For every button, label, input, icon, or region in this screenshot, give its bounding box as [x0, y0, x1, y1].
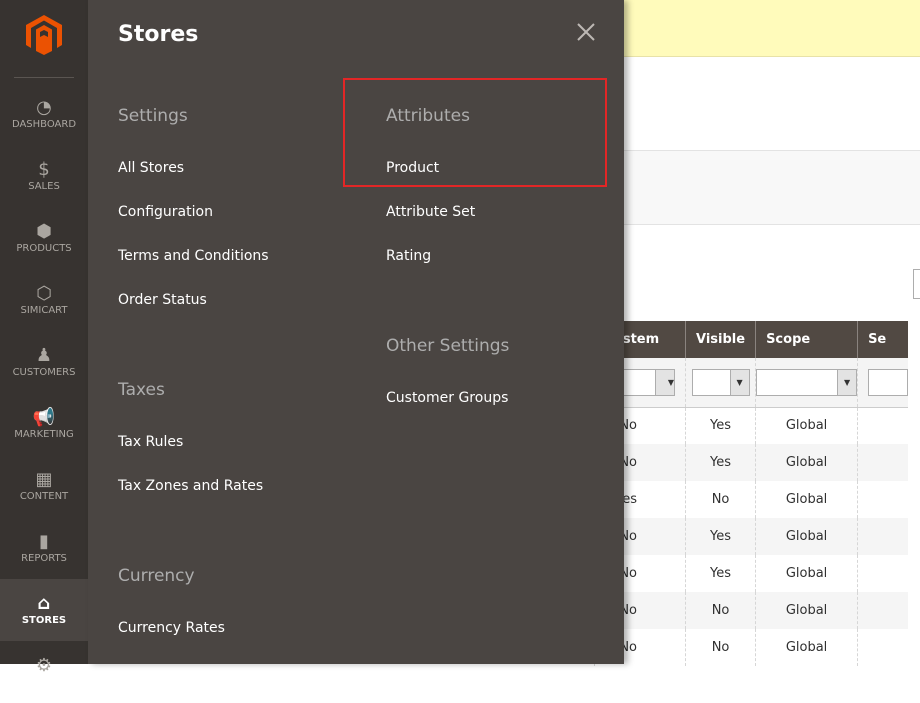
- sidebar-item-label: DASHBOARD: [11, 119, 77, 130]
- toolbar-band: [624, 150, 920, 225]
- sidebar-item-marketing[interactable]: 📢 MARKETING: [0, 393, 88, 455]
- column-scope[interactable]: Scope: [755, 321, 858, 358]
- menu-item-all-stores[interactable]: All Stores: [118, 160, 184, 176]
- table-cell: [857, 592, 909, 629]
- table-row[interactable]: No Yes Global: [594, 407, 909, 444]
- visible-filter-select[interactable]: ▼: [691, 368, 750, 396]
- table-cell: Global: [755, 444, 858, 481]
- sidebar-item-label: SIMICART: [20, 305, 68, 316]
- column-searchable[interactable]: Se: [857, 321, 909, 358]
- stores-menu-panel: Stores Settings All Stores Configuration…: [88, 0, 624, 664]
- table-row[interactable]: No Yes Global: [594, 518, 909, 555]
- gear-icon: ⚙: [35, 655, 53, 676]
- table-cell: [857, 555, 909, 592]
- sidebar-item-simicart[interactable]: ⬡ SIMICART: [0, 269, 88, 331]
- table-row[interactable]: No No Global: [594, 629, 909, 666]
- sidebar-item-label: CONTENT: [19, 491, 69, 502]
- currency-heading: Currency: [118, 566, 195, 586]
- table-cell: Yes: [684, 444, 756, 481]
- panel-title: Stores: [118, 22, 199, 47]
- close-icon[interactable]: [576, 22, 596, 42]
- table-cell: [857, 444, 909, 481]
- table-cell: Yes: [684, 555, 756, 592]
- bar-chart-icon: ▮: [39, 531, 49, 552]
- notice-bar: [624, 0, 920, 57]
- sidebar-item-label: REPORTS: [21, 553, 67, 564]
- sidebar-item-system[interactable]: ⚙: [0, 641, 88, 703]
- sidebar-item-products[interactable]: ⬢ PRODUCTS: [0, 207, 88, 269]
- table-cell: [857, 481, 909, 518]
- sidebar-item-label: PRODUCTS: [16, 243, 72, 254]
- settings-heading: Settings: [118, 106, 188, 126]
- sidebar-item-reports[interactable]: ▮ REPORTS: [0, 517, 88, 579]
- menu-item-tax-zones[interactable]: Tax Zones and Rates: [118, 478, 263, 494]
- searchable-filter-select[interactable]: [868, 368, 909, 396]
- table-cell: No: [684, 481, 756, 518]
- main-content: System Visible Scope Se ▼ ▼ ▼ No Yes Globa…: [594, 0, 920, 666]
- sidebar-item-customers[interactable]: ♟ CUSTOMERS: [0, 331, 88, 393]
- table-cell: Global: [755, 407, 858, 444]
- menu-item-order-status[interactable]: Order Status: [118, 292, 207, 308]
- sidebar-item-sales[interactable]: $ SALES: [0, 145, 88, 207]
- table-row[interactable]: Yes No Global: [594, 481, 909, 518]
- table-cell: Yes: [684, 407, 756, 444]
- taxes-heading: Taxes: [118, 380, 165, 400]
- menu-item-terms[interactable]: Terms and Conditions: [118, 248, 269, 264]
- dollar-icon: $: [38, 159, 50, 180]
- chevron-down-icon: ▼: [655, 369, 674, 395]
- table-cell: Global: [755, 555, 858, 592]
- table-cell: Global: [755, 592, 858, 629]
- dashboard-icon: ◔: [36, 97, 52, 118]
- menu-item-tax-rules[interactable]: Tax Rules: [118, 434, 183, 450]
- sidebar-divider: [14, 77, 74, 78]
- table-cell: Yes: [684, 518, 756, 555]
- table-row[interactable]: No Yes Global: [594, 555, 909, 592]
- column-visible[interactable]: Visible: [684, 321, 756, 358]
- menu-item-configuration[interactable]: Configuration: [118, 204, 213, 220]
- scope-filter-select[interactable]: ▼: [756, 368, 858, 396]
- table-cell: Global: [755, 629, 858, 666]
- sidebar-item-label: STORES: [21, 615, 67, 626]
- highlight-box: [343, 78, 607, 187]
- chevron-down-icon: ▼: [729, 369, 749, 395]
- table-cell: [857, 407, 909, 444]
- table-row[interactable]: No No Global: [594, 592, 909, 629]
- sidebar-item-content[interactable]: ▦ CONTENT: [0, 455, 88, 517]
- magento-logo[interactable]: [26, 15, 62, 55]
- sidebar-item-dashboard[interactable]: ◔ DASHBOARD: [0, 83, 88, 145]
- other-settings-heading: Other Settings: [386, 336, 510, 356]
- box-icon: ⬢: [36, 221, 52, 242]
- table-cell: No: [684, 592, 756, 629]
- search-input[interactable]: [913, 269, 920, 299]
- menu-item-currency-rates[interactable]: Currency Rates: [118, 620, 225, 636]
- person-icon: ♟: [35, 345, 53, 366]
- layout-icon: ▦: [35, 469, 53, 490]
- table-row[interactable]: No Yes Global: [594, 444, 909, 481]
- attributes-grid: System Visible Scope Se ▼ ▼ ▼ No Yes Globa…: [594, 321, 909, 666]
- sidebar-item-label: CUSTOMERS: [12, 367, 76, 378]
- menu-item-attribute-set[interactable]: Attribute Set: [386, 204, 475, 220]
- menu-item-rating[interactable]: Rating: [386, 248, 431, 264]
- sidebar-item-label: MARKETING: [14, 429, 74, 440]
- sidebar-item-stores[interactable]: ⌂ STORES: [0, 579, 88, 641]
- hexagon-icon: ⬡: [36, 283, 52, 304]
- table-cell: [857, 629, 909, 666]
- megaphone-icon: 📢: [32, 407, 56, 428]
- admin-sidebar: ◔ DASHBOARD $ SALES ⬢ PRODUCTS ⬡ SIMICART ♟ CUSTO…: [0, 0, 88, 676]
- table-cell: Global: [755, 481, 858, 518]
- table-cell: Global: [755, 518, 858, 555]
- sidebar-item-label: SALES: [28, 181, 60, 192]
- storefront-icon: ⌂: [37, 593, 51, 614]
- table-cell: No: [684, 629, 756, 666]
- menu-item-customer-groups[interactable]: Customer Groups: [386, 390, 508, 406]
- chevron-down-icon: ▼: [837, 369, 857, 395]
- table-cell: [857, 518, 909, 555]
